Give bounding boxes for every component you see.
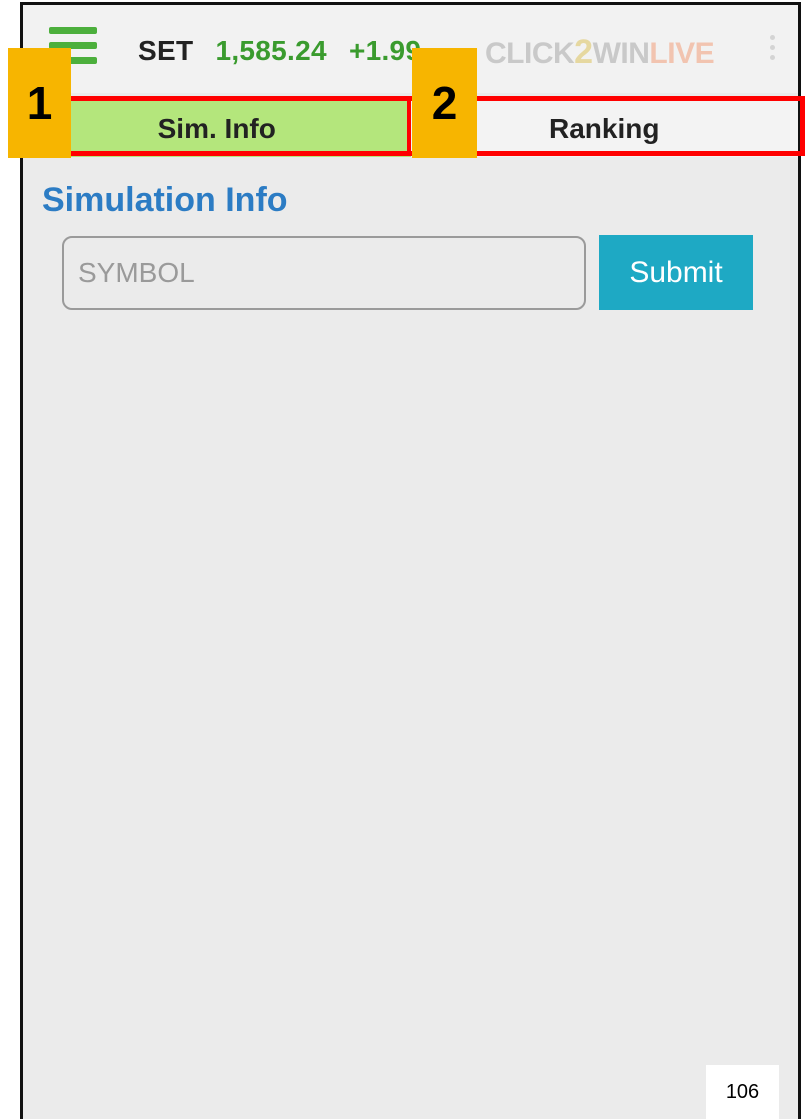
app-header: SET 1,585.24 +1.99 CLICK2WINLIVE xyxy=(23,5,798,93)
tab-sim-info[interactable]: Sim. Info xyxy=(23,100,411,157)
tab-bar: Sim. Info Ranking xyxy=(23,100,798,157)
submit-button[interactable]: Submit xyxy=(599,235,753,310)
annotation-badge-2: 2 xyxy=(412,48,477,158)
annotation-badge-1: 1 xyxy=(8,48,71,158)
page-number: 106 xyxy=(706,1065,779,1119)
page-title: Simulation Info xyxy=(42,181,288,219)
symbol-input[interactable] xyxy=(62,236,586,310)
ticker-name: SET xyxy=(138,35,194,66)
market-ticker: SET 1,585.24 +1.99 xyxy=(138,35,421,67)
ticker-price: 1,585.24 xyxy=(215,35,327,66)
ticker-change: +1.99 xyxy=(348,35,422,66)
click2win-logo: CLICK2WINLIVE xyxy=(485,33,715,71)
phone-screen: SET 1,585.24 +1.99 CLICK2WINLIVE Sim. In… xyxy=(20,2,801,1119)
more-options-icon[interactable] xyxy=(770,35,776,65)
